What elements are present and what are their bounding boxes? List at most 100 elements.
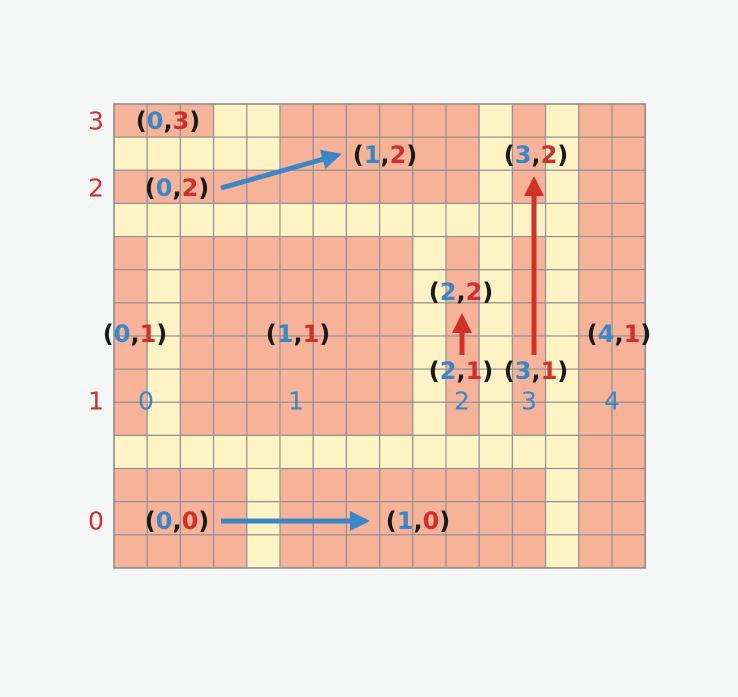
corridor-cell <box>246 434 281 470</box>
corridor-cell <box>379 434 414 470</box>
corridor-cell <box>213 103 248 138</box>
corridor-cell <box>511 202 547 238</box>
room-cell <box>312 169 347 204</box>
row-label-1: 1 <box>88 387 104 416</box>
room-cell <box>312 401 347 436</box>
corridor-cell <box>146 136 181 171</box>
corridor-cell <box>478 302 513 337</box>
room-cell <box>345 236 381 271</box>
room-cell <box>179 467 215 503</box>
room-x-coordinate: 3 <box>515 357 532 385</box>
room-cell <box>312 467 347 503</box>
corridor-cell <box>279 202 314 238</box>
room-x-coordinate: 0 <box>114 320 131 348</box>
corridor-cell <box>279 434 314 470</box>
room-cell <box>511 302 547 337</box>
corridor-cell <box>545 269 580 304</box>
room-cell <box>478 467 513 503</box>
room-label-3-2: (3,2) <box>504 141 568 169</box>
room-cell <box>445 467 480 503</box>
room-cell <box>445 169 480 204</box>
corridor-cell <box>412 302 447 337</box>
corridor-cell <box>246 467 281 503</box>
room-label-2-1: (2,1) <box>429 357 493 385</box>
room-cell <box>179 335 215 370</box>
corridor-cell <box>246 136 281 171</box>
room-cell <box>312 534 347 569</box>
room-cell <box>113 501 148 536</box>
corridor-cell <box>146 434 181 470</box>
room-cell <box>412 534 447 569</box>
room-x-coordinate: 1 <box>364 141 381 169</box>
room-cell <box>578 169 613 204</box>
room-cell <box>611 136 646 171</box>
corridor-cell <box>246 202 281 238</box>
room-cell <box>412 467 447 503</box>
room-cell <box>379 368 414 403</box>
corridor-cell <box>478 202 513 238</box>
room-cell <box>379 335 414 370</box>
corridor-cell <box>545 236 580 271</box>
room-cell <box>578 103 613 138</box>
room-cell <box>213 269 248 304</box>
corridor-cell <box>179 434 215 470</box>
room-y-coordinate: 2 <box>466 278 483 306</box>
room-y-coordinate: 1 <box>466 357 483 385</box>
diagram-canvas: 3210 01234 (0,3) (0,2) (1,2) (3,2) (2,2) (0,1… <box>0 0 738 693</box>
corridor-cell <box>345 202 381 238</box>
row-labels: 3 2 1 0 <box>88 107 104 536</box>
room-cell <box>312 103 347 138</box>
room-cell <box>379 302 414 337</box>
room-label-0-1: (0,1) <box>103 320 167 348</box>
room-x-coordinate: 1 <box>277 320 294 348</box>
room-x-coordinate: 1 <box>397 507 414 535</box>
corridor-cell <box>478 236 513 271</box>
room-cell <box>511 269 547 304</box>
room-cell <box>379 534 414 569</box>
room-cell <box>379 169 414 204</box>
room-label-0-0: (0,0) <box>145 507 209 535</box>
room-label-1-1: (1,1) <box>266 320 330 348</box>
room-cell <box>113 169 148 204</box>
room-cell <box>345 534 381 569</box>
room-cell <box>312 501 347 536</box>
corridor-cell <box>445 202 480 238</box>
room-x-coordinate: 2 <box>440 278 457 306</box>
room-cell <box>379 269 414 304</box>
room-label-2-2: (2,2) <box>429 278 493 306</box>
room-y-coordinate: 0 <box>182 507 199 535</box>
room-cell <box>445 136 480 171</box>
room-cell <box>113 236 148 271</box>
corridor-cell <box>478 401 513 436</box>
room-x-coordinate: 0 <box>156 507 173 535</box>
row-label-3: 3 <box>88 107 104 136</box>
room-cell <box>578 467 613 503</box>
room-cell <box>279 467 314 503</box>
room-cell <box>478 534 513 569</box>
corridor-cell <box>345 434 381 470</box>
room-cell <box>179 368 215 403</box>
room-cell <box>611 103 646 138</box>
corridor-cell <box>113 202 148 238</box>
room-cell <box>412 103 447 138</box>
room-cell <box>279 169 314 204</box>
room-label-3-1: (3,1) <box>504 357 568 385</box>
corridor-cell <box>179 136 215 171</box>
room-cell <box>213 236 248 271</box>
room-cell <box>213 467 248 503</box>
room-cell <box>279 501 314 536</box>
room-cell <box>213 302 248 337</box>
room-cell <box>345 335 381 370</box>
corridor-cell <box>379 202 414 238</box>
room-label-1-2: (1,2) <box>353 141 417 169</box>
room-cell <box>578 236 613 271</box>
room-cell <box>246 368 281 403</box>
room-cell <box>578 534 613 569</box>
corridor-cell <box>545 534 580 569</box>
corridor-cell <box>412 401 447 436</box>
room-cell <box>578 434 613 470</box>
room-cell <box>113 467 148 503</box>
room-cell <box>213 335 248 370</box>
room-cell <box>179 534 215 569</box>
room-y-coordinate: 0 <box>423 507 440 535</box>
